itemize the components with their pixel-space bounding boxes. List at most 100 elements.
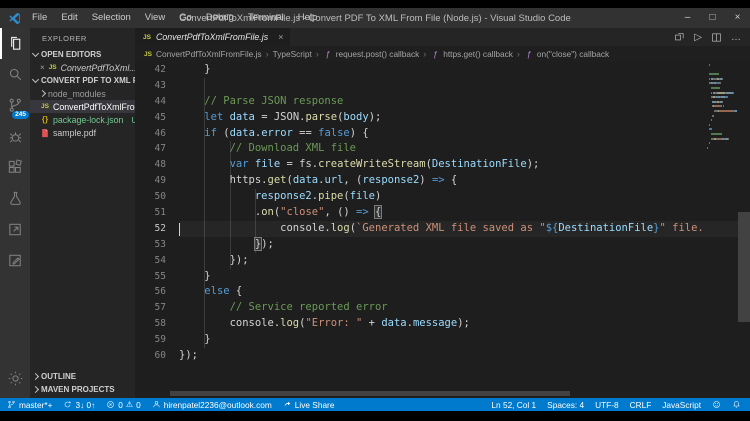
minimap-line xyxy=(707,142,737,144)
code-line-54[interactable]: }); xyxy=(179,253,750,269)
menu-go[interactable]: Go xyxy=(172,8,199,28)
breadcrumb-item[interactable]: JSConvertPdfToXmlFromFile.js xyxy=(143,49,262,59)
more-actions-icon[interactable]: … xyxy=(731,32,741,43)
code-line-44[interactable]: // Parse JSON response xyxy=(179,94,750,110)
status-live-share[interactable]: Live Share xyxy=(283,400,335,410)
tree-item-label: package-lock.json xyxy=(53,115,123,125)
status-language-mode[interactable]: JavaScript xyxy=(662,400,701,410)
close-button[interactable]: × xyxy=(725,8,750,28)
symbol-method-icon: ƒ xyxy=(524,49,534,59)
activity-debug-icon[interactable] xyxy=(0,121,30,152)
status-notifications[interactable] xyxy=(732,400,741,409)
code-line-60[interactable]: }); xyxy=(179,348,750,364)
breadcrumb-item[interactable]: ƒon("close") callback xyxy=(524,49,609,59)
code-line-42[interactable]: } xyxy=(179,62,750,78)
minimize-button[interactable]: – xyxy=(675,8,700,28)
status-indentation[interactable]: Spaces: 4 xyxy=(547,400,584,410)
activity-search-icon[interactable] xyxy=(0,59,30,90)
bell-icon xyxy=(732,400,741,409)
code-area[interactable]: } // Parse JSON response let data = JSON… xyxy=(179,62,750,364)
code-line-56[interactable]: else { xyxy=(179,284,750,300)
editor-tab-bar: JS ConvertPdfToXmlFromFile.js × ▷ … xyxy=(135,28,750,46)
branch-icon xyxy=(7,400,16,409)
horizontal-scrollbar[interactable] xyxy=(170,391,570,396)
sidebar-title: EXPLORER xyxy=(30,28,135,48)
code-line-59[interactable]: } xyxy=(179,332,750,348)
code-line-45[interactable]: let data = JSON.parse(body); xyxy=(179,110,750,126)
menu-help[interactable]: Help xyxy=(291,8,325,28)
tab-convertpdftoxmlfromfile[interactable]: JS ConvertPdfToXmlFromFile.js × xyxy=(135,28,290,46)
status-problems[interactable]: 0⚠0 xyxy=(106,400,140,410)
line-number-gutter: 42434445464748495051525354555657585960 xyxy=(135,62,179,364)
open-changes-icon[interactable] xyxy=(674,32,685,43)
activity-extensions-icon[interactable] xyxy=(0,152,30,183)
code-line-46[interactable]: if (data.error == false) { xyxy=(179,126,750,142)
minimap-line xyxy=(707,101,737,103)
section-outline[interactable]: OUTLINE xyxy=(30,370,135,383)
tree-item-label: node_modules xyxy=(48,89,106,99)
menu-view[interactable]: View xyxy=(138,8,172,28)
code-line-52[interactable]: console.log(`Generated XML file saved as… xyxy=(179,221,750,237)
status-encoding[interactable]: UTF-8 xyxy=(595,400,619,410)
tab-close-icon[interactable]: × xyxy=(278,32,283,42)
menu-terminal[interactable]: Terminal xyxy=(241,8,291,28)
minimap-line xyxy=(707,73,737,75)
code-line-43[interactable] xyxy=(179,78,750,94)
code-editor[interactable]: 42434445464748495051525354555657585960 }… xyxy=(135,62,750,398)
line-number: 60 xyxy=(135,348,179,364)
activity-test-icon[interactable] xyxy=(0,183,30,214)
open-editor-item[interactable]: ×JSConvertPdfToXml... xyxy=(30,61,135,74)
status-cursor-position[interactable]: Ln 52, Col 1 xyxy=(491,400,536,410)
code-line-53[interactable]: }); xyxy=(179,237,750,253)
tree-item-package-lock-json[interactable]: {}package-lock.jsonU xyxy=(30,113,135,126)
activity-source-control-icon[interactable]: 245 xyxy=(0,90,30,121)
split-editor-icon[interactable] xyxy=(711,32,722,43)
code-line-57[interactable]: // Service reported error xyxy=(179,300,750,316)
minimap-line xyxy=(707,128,737,130)
breadcrumb-separator: › xyxy=(517,49,520,59)
maximize-button[interactable]: □ xyxy=(700,8,725,28)
code-line-48[interactable]: var file = fs.createWriteStream(Destinat… xyxy=(179,157,750,173)
vertical-scrollbar[interactable] xyxy=(738,212,750,322)
line-number: 50 xyxy=(135,189,179,205)
close-icon[interactable]: × xyxy=(40,63,45,72)
folder-section-header[interactable]: CONVERT PDF TO XML FR... xyxy=(30,74,135,87)
code-line-47[interactable]: // Download XML file xyxy=(179,141,750,157)
letterbox-top xyxy=(0,0,750,8)
tree-item-label: sample.pdf xyxy=(53,128,96,138)
title-bar: FileEditSelectionViewGoDebugTerminalHelp… xyxy=(0,8,750,28)
status-git-branch[interactable]: master*+ xyxy=(7,400,52,410)
code-line-49[interactable]: https.get(data.url, (response2) => { xyxy=(179,173,750,189)
code-line-58[interactable]: console.log("Error: " + data.message); xyxy=(179,316,750,332)
status-feedback[interactable] xyxy=(712,400,721,409)
minimap-line xyxy=(707,124,737,126)
activity-external-app-icon[interactable] xyxy=(0,214,30,245)
code-line-50[interactable]: response2.pipe(file) xyxy=(179,189,750,205)
open-editors-header[interactable]: OPEN EDITORS xyxy=(30,48,135,61)
run-code-icon[interactable]: ▷ xyxy=(694,32,702,43)
breadcrumb-item[interactable]: ƒrequest.post() callback xyxy=(323,49,419,59)
activity-explorer-icon[interactable] xyxy=(0,28,30,59)
menu-debug[interactable]: Debug xyxy=(199,8,241,28)
code-line-55[interactable]: } xyxy=(179,269,750,285)
code-line-51[interactable]: .on("close", () => { xyxy=(179,205,750,221)
activity-settings-gear-icon[interactable] xyxy=(0,363,30,394)
menu-edit[interactable]: Edit xyxy=(54,8,84,28)
breadcrumb-item[interactable]: ƒhttps.get() callback xyxy=(430,49,513,59)
breadcrumb-item[interactable]: TypeScript xyxy=(273,49,312,59)
menu-selection[interactable]: Selection xyxy=(85,8,138,28)
section-maven-projects[interactable]: MAVEN PROJECTS xyxy=(30,383,135,396)
chevron-right-icon xyxy=(32,386,39,393)
status-account[interactable]: hirenpatel2236@outlook.com xyxy=(152,400,272,410)
js-file-icon: JS xyxy=(40,103,50,110)
tree-item-node-modules[interactable]: node_modules xyxy=(30,87,135,100)
status-sync-changes[interactable]: 3↓ 0↑ xyxy=(63,400,95,410)
tree-item-convertpdftoxmlfro-[interactable]: JSConvertPdfToXmlFro... xyxy=(30,100,135,113)
line-number: 53 xyxy=(135,237,179,253)
tree-item-sample-pdf[interactable]: sample.pdf xyxy=(30,126,135,139)
menu-file[interactable]: File xyxy=(25,8,54,28)
minimap-line xyxy=(707,64,737,66)
minimap[interactable] xyxy=(707,64,737,151)
activity-notes-icon[interactable] xyxy=(0,245,30,276)
status-eol[interactable]: CRLF xyxy=(630,400,652,410)
